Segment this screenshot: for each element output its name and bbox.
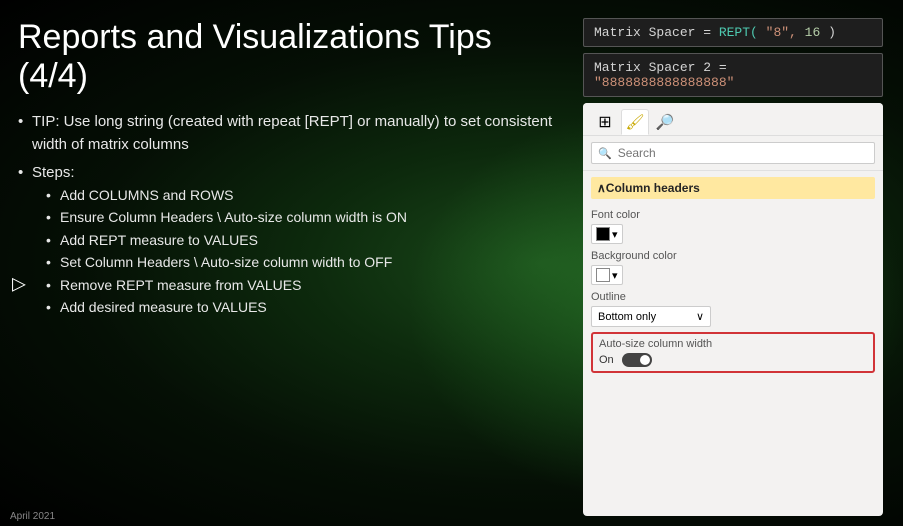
formula2-label: Matrix Spacer 2 = <box>594 60 727 75</box>
font-color-button[interactable]: ▾ <box>591 224 623 244</box>
autosize-toggle[interactable] <box>622 353 652 367</box>
autosize-toggle-row: On <box>599 353 867 367</box>
font-color-label: Font color <box>591 209 875 221</box>
formula-box-2: Matrix Spacer 2 = "8888888888888888" <box>583 53 883 97</box>
column-headers-header[interactable]: ∧ Column headers <box>591 177 875 199</box>
bg-color-label: Background color <box>591 250 875 262</box>
list-item: Set Column Headers \ Auto-size column wi… <box>46 251 563 273</box>
autosize-label: Auto-size column width <box>599 338 867 350</box>
steps-list: Add COLUMNS and ROWS Ensure Column Heade… <box>46 184 563 318</box>
outline-label: Outline <box>591 291 875 303</box>
outline-chevron: ∨ <box>696 310 704 323</box>
autosize-section: Auto-size column width On <box>591 332 875 373</box>
search-input[interactable] <box>618 146 868 160</box>
outline-value: Bottom only <box>598 311 656 323</box>
pbi-scrollable: ∧ Column headers Font color ▾ Background <box>583 171 883 516</box>
analytics-tab[interactable]: 🔎 <box>651 109 679 135</box>
right-panel: Matrix Spacer = REPT( "8", 16 ) Matrix S… <box>583 18 883 516</box>
autosize-toggle-label: On <box>599 354 614 366</box>
bg-color-swatch <box>596 268 610 282</box>
outline-dropdown[interactable]: Bottom only ∨ <box>591 306 711 327</box>
bg-color-group: Background color ▾ <box>591 246 875 287</box>
bullet-list: TIP: Use long string (created with repea… <box>18 110 563 318</box>
pbi-panel: ⊞ 🖌 🔎 🔍 ∧ Column headers <box>583 103 883 516</box>
outline-group: Outline Bottom only ∨ <box>591 287 875 329</box>
fields-tab[interactable]: ⊞ <box>591 109 619 135</box>
formula1-str: "8", <box>758 25 797 40</box>
formula1-num: 16 <box>797 25 820 40</box>
search-icon: 🔍 <box>598 147 612 160</box>
font-color-chevron: ▾ <box>612 228 618 241</box>
font-color-swatch <box>596 227 610 241</box>
formula-box-1: Matrix Spacer = REPT( "8", 16 ) <box>583 18 883 47</box>
section-label: Column headers <box>606 181 700 195</box>
bottom-label: April 2021 <box>10 511 55 522</box>
left-panel: Reports and Visualizations Tips (4/4) TI… <box>18 18 563 516</box>
list-item: Ensure Column Headers \ Auto-size column… <box>46 206 563 228</box>
column-headers-section: ∧ Column headers <box>591 171 875 205</box>
formula2-str: "8888888888888888" <box>594 75 734 90</box>
pbi-search-area: 🔍 <box>583 136 883 171</box>
font-color-group: Font color ▾ <box>591 205 875 246</box>
bg-color-button[interactable]: ▾ <box>591 265 623 285</box>
pbi-tabs: ⊞ 🖌 🔎 <box>583 103 883 136</box>
slide-title: Reports and Visualizations Tips (4/4) <box>18 18 563 96</box>
bullet-steps: Steps: Add COLUMNS and ROWS Ensure Colum… <box>18 161 563 319</box>
cursor-arrow: ▷ <box>12 274 26 295</box>
formula1-label: Matrix Spacer = <box>594 25 719 40</box>
formula1-close: ) <box>820 25 836 40</box>
list-item: Add COLUMNS and ROWS <box>46 184 563 206</box>
formula1-fn: REPT( <box>719 25 758 40</box>
list-item: Add REPT measure to VALUES <box>46 229 563 251</box>
list-item: Add desired measure to VALUES <box>46 296 563 318</box>
bg-color-chevron: ▾ <box>612 269 618 282</box>
bullet-tip: TIP: Use long string (created with repea… <box>18 110 563 157</box>
search-input-wrapper[interactable]: 🔍 <box>591 142 875 164</box>
toggle-knob <box>640 355 650 365</box>
format-tab[interactable]: 🖌 <box>621 109 649 135</box>
list-item: Remove REPT measure from VALUES <box>46 274 563 296</box>
section-chevron: ∧ <box>597 181 606 195</box>
